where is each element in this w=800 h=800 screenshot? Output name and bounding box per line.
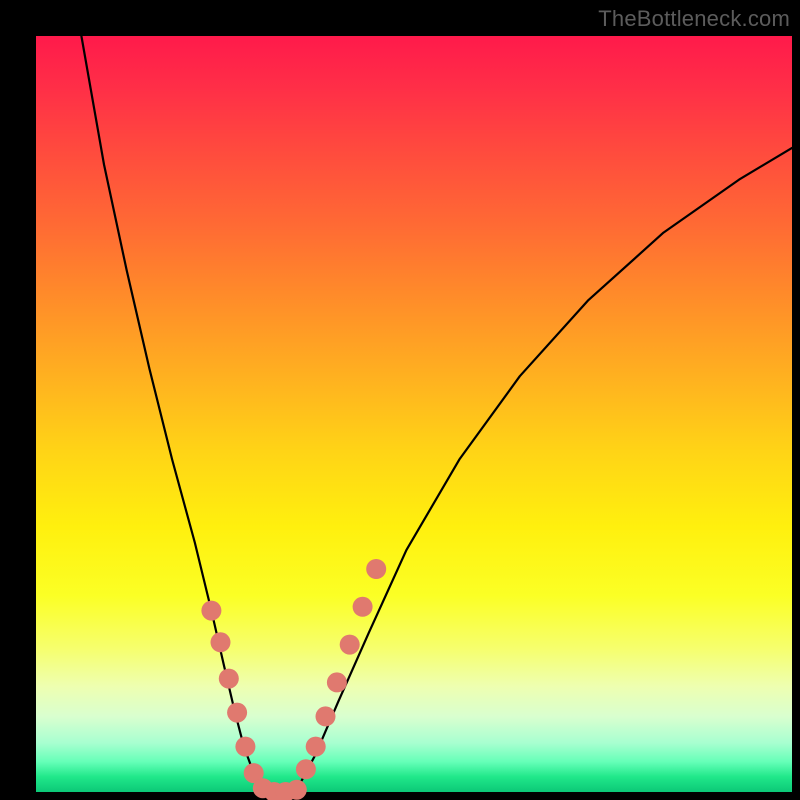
- watermark-label: TheBottleneck.com: [598, 6, 790, 32]
- data-marker: [316, 706, 336, 726]
- marker-group: [201, 559, 386, 800]
- curve-right-branch: [297, 148, 792, 790]
- data-marker: [327, 672, 347, 692]
- data-marker: [211, 632, 231, 652]
- curve-svg: [36, 36, 792, 792]
- data-marker: [353, 597, 373, 617]
- data-marker: [219, 669, 239, 689]
- plot-area: [36, 36, 792, 792]
- data-marker: [340, 635, 360, 655]
- data-marker: [306, 737, 326, 757]
- data-marker: [201, 601, 221, 621]
- data-marker: [287, 780, 307, 800]
- data-marker: [366, 559, 386, 579]
- data-marker: [235, 737, 255, 757]
- data-marker: [296, 759, 316, 779]
- data-marker: [227, 703, 247, 723]
- chart-stage: TheBottleneck.com: [0, 0, 800, 800]
